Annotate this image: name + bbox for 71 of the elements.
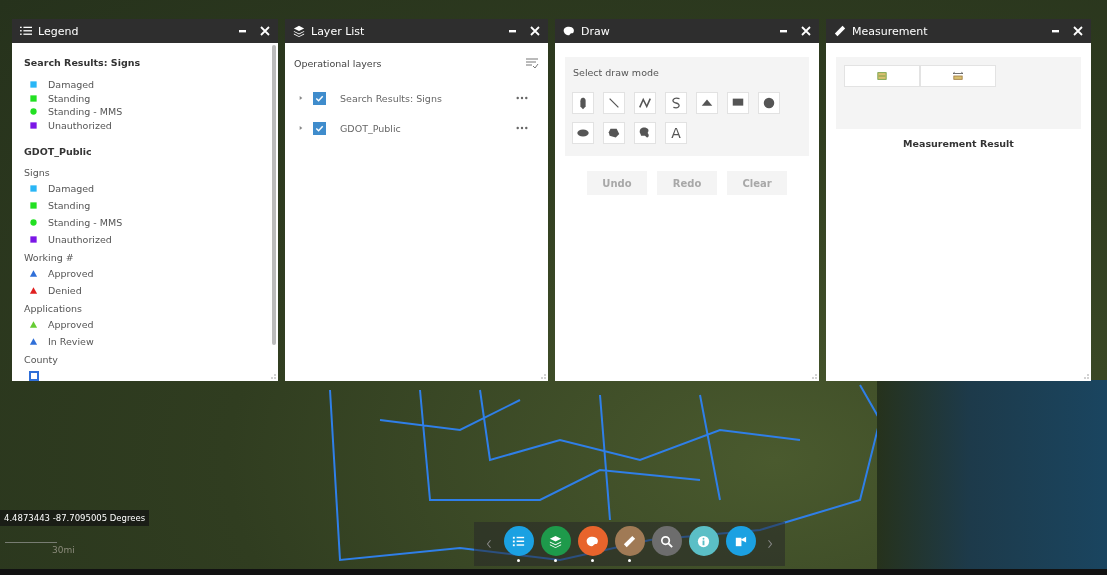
layer-checkbox[interactable] bbox=[313, 121, 326, 135]
search-icon bbox=[659, 533, 674, 549]
more-options-icon[interactable] bbox=[516, 96, 528, 100]
filter-list-icon[interactable] bbox=[525, 57, 539, 69]
rectangle-tool-button[interactable] bbox=[727, 92, 749, 114]
section-heading: Operational layers bbox=[294, 57, 382, 69]
ruler-icon bbox=[622, 533, 637, 549]
legend-label: Standing - MMS bbox=[48, 106, 123, 118]
panel-title: Legend bbox=[38, 24, 79, 38]
more-options-icon[interactable] bbox=[516, 126, 528, 130]
blob-icon bbox=[638, 126, 652, 140]
close-icon[interactable] bbox=[1073, 26, 1083, 36]
resize-grip-icon[interactable] bbox=[540, 373, 546, 379]
scrollbar-thumb[interactable] bbox=[272, 45, 276, 345]
freehand-polygon-tool-button[interactable] bbox=[634, 122, 656, 144]
point-tool-button[interactable] bbox=[572, 92, 594, 114]
ruler-icon bbox=[834, 25, 846, 37]
layer-name: GDOT_Public bbox=[340, 122, 402, 134]
close-icon[interactable] bbox=[260, 26, 270, 36]
panel-title: Draw bbox=[581, 24, 610, 38]
resize-grip-icon[interactable] bbox=[270, 373, 276, 379]
legend-label: Damaged bbox=[48, 183, 95, 194]
info-icon bbox=[696, 533, 711, 549]
layers-icon bbox=[293, 25, 305, 37]
line-icon bbox=[607, 96, 621, 110]
text-tool-button[interactable]: A bbox=[665, 122, 687, 144]
polyline-icon bbox=[638, 96, 652, 110]
close-icon[interactable] bbox=[801, 26, 811, 36]
legend-group-title: Signs bbox=[24, 167, 51, 178]
polyline-tool-button[interactable] bbox=[634, 92, 656, 114]
panel-title: Layer List bbox=[311, 24, 365, 38]
legend-label: In Review bbox=[48, 336, 94, 347]
circle-icon bbox=[762, 96, 776, 110]
legend-layer-title: Search Results: Signs bbox=[24, 57, 142, 68]
triangle-tool-button[interactable] bbox=[696, 92, 718, 114]
ellipse-tool-button[interactable] bbox=[572, 122, 594, 144]
close-icon[interactable] bbox=[530, 26, 540, 36]
legend-group-title: Applications bbox=[24, 303, 84, 314]
resize-grip-icon[interactable] bbox=[811, 373, 817, 379]
legend-group-title: County bbox=[24, 354, 59, 365]
measurement-result-label: Measurement Result bbox=[902, 138, 1015, 149]
layer-checkbox[interactable] bbox=[313, 91, 326, 105]
draw-mode-label: Select draw mode bbox=[573, 67, 660, 78]
scale-bar bbox=[5, 542, 57, 543]
circle-tool-button[interactable] bbox=[758, 92, 780, 114]
layer-name: Search Results: Signs bbox=[340, 92, 443, 104]
legend-label: Approved bbox=[48, 268, 94, 279]
squiggle-icon bbox=[669, 96, 683, 110]
resize-grip-icon[interactable] bbox=[1083, 373, 1089, 379]
expand-caret-icon[interactable] bbox=[299, 95, 303, 101]
legend-label: Unauthorized bbox=[48, 119, 112, 131]
legend-label: Standing bbox=[48, 200, 91, 211]
coordinate-readout: 4.4873443 -87.7095005 Degrees bbox=[0, 510, 150, 526]
distance-ruler-icon bbox=[952, 71, 964, 81]
legend-label: Denied bbox=[48, 285, 82, 296]
polygon-icon bbox=[607, 126, 621, 140]
panel-title: Measurement bbox=[852, 24, 928, 38]
legend-layer-title: GDOT_Public bbox=[24, 146, 93, 157]
legend-label: Standing - MMS bbox=[48, 217, 123, 228]
legend-group-title: Working # bbox=[24, 252, 75, 263]
layers-icon bbox=[548, 533, 563, 549]
legend-label: Damaged bbox=[48, 79, 95, 91]
polygon-tool-button[interactable] bbox=[603, 122, 625, 144]
legend-label: Unauthorized bbox=[48, 234, 112, 245]
expand-caret-icon[interactable] bbox=[299, 125, 303, 131]
legend-label: Standing bbox=[48, 92, 91, 104]
legend-label: Approved bbox=[48, 319, 94, 330]
area-ruler-icon bbox=[876, 71, 888, 81]
scale-label: 30mi bbox=[52, 545, 75, 555]
freehand-line-tool-button[interactable] bbox=[665, 92, 687, 114]
list-icon bbox=[20, 25, 32, 37]
